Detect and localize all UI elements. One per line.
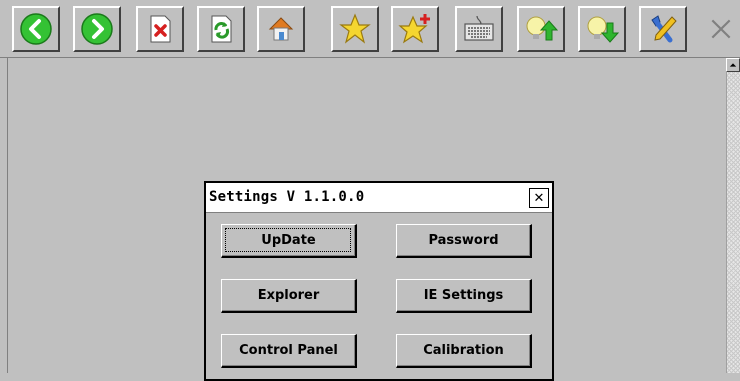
stop-page-icon — [150, 15, 171, 43]
dialog-title: Settings V 1.1.0.0 — [209, 189, 365, 205]
update-button[interactable]: UpDate — [221, 224, 357, 258]
forward-arrow-icon — [81, 13, 113, 45]
keyboard-icon — [464, 15, 494, 41]
scroll-up-button[interactable] — [726, 58, 740, 72]
add-favorite-button[interactable] — [391, 6, 439, 52]
tools-settings-icon — [651, 15, 677, 43]
toolbar-close-button[interactable] — [701, 6, 740, 52]
brightness-down-button[interactable] — [578, 6, 626, 52]
brightness-down-icon — [587, 16, 619, 43]
home-icon — [268, 17, 294, 41]
explorer-button-label: Explorer — [257, 288, 320, 303]
ie-settings-button-label: IE Settings — [423, 288, 504, 303]
control-panel-button[interactable]: Control Panel — [221, 334, 357, 368]
favorites-button[interactable] — [331, 6, 379, 52]
forward-button[interactable] — [73, 6, 121, 52]
stop-button[interactable] — [136, 6, 184, 52]
settings-dialog: Settings V 1.1.0.0 ✕ UpDate Password Exp… — [204, 181, 554, 381]
focus-ring — [225, 228, 351, 252]
brightness-up-icon — [526, 16, 558, 41]
calibration-button[interactable]: Calibration — [396, 334, 532, 368]
close-icon — [711, 19, 730, 39]
ie-settings-button[interactable]: IE Settings — [396, 279, 532, 313]
control-panel-button-label: Control Panel — [239, 343, 338, 358]
password-button-label: Password — [428, 233, 499, 248]
dialog-close-button[interactable]: ✕ — [529, 188, 549, 208]
calibration-button-label: Calibration — [423, 343, 504, 358]
vertical-scrollbar[interactable] — [726, 58, 740, 373]
chevron-up-icon — [729, 63, 737, 67]
browser-toolbar — [0, 0, 740, 58]
back-arrow-icon — [20, 13, 52, 45]
explorer-button[interactable]: Explorer — [221, 279, 357, 313]
password-button[interactable]: Password — [396, 224, 532, 258]
close-icon: ✕ — [533, 190, 545, 206]
refresh-button[interactable] — [197, 6, 245, 52]
home-button[interactable] — [257, 6, 305, 52]
brightness-up-button[interactable] — [517, 6, 565, 52]
frame-divider — [7, 58, 8, 373]
favorites-star-icon — [339, 13, 371, 44]
back-button[interactable] — [12, 6, 60, 52]
refresh-page-icon — [211, 15, 232, 43]
tools-settings-button[interactable] — [639, 6, 687, 52]
dialog-title-bar[interactable]: Settings V 1.1.0.0 ✕ — [206, 183, 552, 213]
add-favorite-icon — [398, 14, 430, 44]
keyboard-button[interactable] — [455, 6, 503, 52]
